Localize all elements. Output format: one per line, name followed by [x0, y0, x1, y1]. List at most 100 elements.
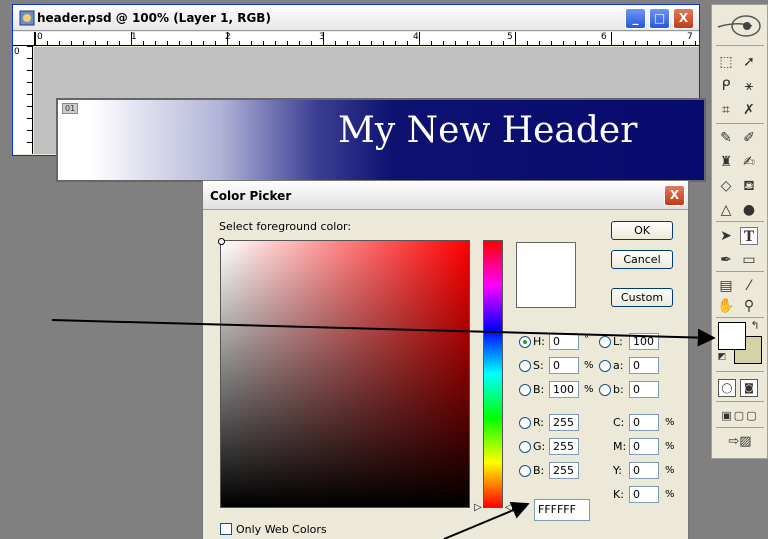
screen-mode-icon[interactable]: ▣▢▢ [716, 407, 764, 425]
ok-button[interactable]: OK [611, 221, 673, 240]
path-select-icon[interactable]: ➤ [717, 227, 735, 245]
standard-mode-icon[interactable]: ◯ [718, 379, 736, 397]
ruler-corner[interactable] [13, 32, 35, 46]
yellow-field[interactable]: 0 [629, 462, 659, 479]
ruler-tick [515, 32, 516, 45]
ruler-tick [179, 41, 180, 45]
cyan-field[interactable]: 0 [629, 414, 659, 431]
ruler-tick [539, 41, 540, 45]
hex-field[interactable]: FFFFFF [534, 499, 590, 521]
ruler-tick [443, 41, 444, 45]
b-lab-field[interactable]: 0 [629, 381, 659, 398]
hex-label: # [519, 502, 528, 513]
ruler-number: 0 [37, 32, 43, 42]
radio-green[interactable] [519, 441, 531, 453]
document-title-bar[interactable]: header.psd @ 100% (Layer 1, RGB) _ □ X [13, 5, 699, 31]
brightness-field[interactable]: 100 [549, 381, 579, 398]
type-icon[interactable]: T [740, 227, 758, 245]
ruler-tick [503, 41, 504, 45]
minimize-button[interactable]: _ [625, 8, 646, 29]
healing-brush-icon[interactable]: ✎ [717, 129, 735, 147]
ruler-tick [611, 32, 612, 45]
black-unit: % [665, 489, 675, 500]
shape-icon[interactable]: ▭ [740, 251, 758, 269]
zoom-icon[interactable]: ⚲ [740, 297, 758, 315]
ruler-tick [107, 41, 108, 45]
swap-colors-icon[interactable]: ↰ [748, 319, 762, 333]
color-field-marker[interactable] [218, 238, 225, 245]
ruler-tick [251, 41, 252, 45]
header-image[interactable]: 01 My New Header [56, 98, 706, 182]
ruler-tick [635, 41, 636, 45]
color-field[interactable] [220, 240, 470, 508]
dodge-icon[interactable]: ● [740, 201, 758, 219]
radio-b-lab[interactable] [599, 384, 611, 396]
radio-blue[interactable] [519, 465, 531, 477]
ruler-tick [383, 41, 384, 45]
black-field[interactable]: 0 [629, 486, 659, 503]
crop-icon[interactable]: ⌗ [717, 101, 735, 119]
radio-saturation[interactable] [519, 360, 531, 372]
jump-to-imageready-icon[interactable]: ⇨▨ [720, 433, 760, 451]
custom-button[interactable]: Custom [611, 288, 673, 307]
magic-wand-icon[interactable]: ⚹ [740, 77, 758, 95]
cancel-button[interactable]: Cancel [611, 250, 673, 269]
photoshop-feather-icon[interactable] [716, 13, 764, 39]
radio-hue[interactable] [519, 336, 531, 348]
hue-slider-right-arrow[interactable]: ◁ [505, 503, 513, 513]
slice-icon[interactable]: ✗ [740, 101, 758, 119]
default-colors-icon[interactable]: ◩ [716, 351, 728, 363]
quick-mask-icon[interactable]: ◙ [740, 379, 758, 397]
hue-slider-left-arrow[interactable]: ▷ [474, 503, 482, 513]
hue-slider[interactable] [483, 240, 503, 508]
ruler-number: 6 [601, 32, 607, 42]
close-button[interactable]: X [673, 8, 694, 29]
radio-a[interactable] [599, 360, 611, 372]
ruler-tick [27, 106, 32, 107]
ruler-tick [563, 41, 564, 45]
move-icon[interactable]: ➚ [740, 53, 758, 71]
document-window: header.psd @ 100% (Layer 1, RGB) _ □ X 0… [12, 4, 706, 182]
blur-icon[interactable]: △ [717, 201, 735, 219]
only-web-colors-checkbox[interactable] [220, 523, 232, 535]
color-picker-title-bar[interactable]: Color Picker X [203, 181, 688, 210]
lasso-icon[interactable]: ᑭ [717, 77, 735, 95]
hue-field[interactable]: 0 [549, 333, 579, 350]
foreground-color-swatch[interactable] [718, 322, 746, 350]
toolbox-divider [716, 45, 764, 46]
ruler-tick [647, 41, 648, 45]
hand-icon[interactable]: ✋ [717, 297, 735, 315]
brush-icon[interactable]: ✐ [740, 129, 758, 147]
ruler-tick [671, 41, 672, 45]
eyedropper-icon[interactable]: ⁄ [740, 277, 758, 295]
maximize-button[interactable]: □ [649, 8, 670, 29]
eraser-icon[interactable]: ◇ [717, 177, 735, 195]
canvas-area[interactable]: 01 My New Header [34, 47, 706, 182]
radio-red[interactable] [519, 417, 531, 429]
paint-bucket-icon[interactable]: ⛾ [740, 177, 758, 195]
saturation-field[interactable]: 0 [549, 357, 579, 374]
stamp-icon[interactable]: ♜ [717, 153, 735, 171]
document-title: header.psd @ 100% (Layer 1, RGB) [37, 11, 271, 25]
a-field[interactable]: 0 [629, 357, 659, 374]
notes-icon[interactable]: ▤ [717, 277, 735, 295]
marquee-icon[interactable]: ⬚ [717, 53, 735, 71]
ruler-tick [419, 32, 420, 45]
ruler-tick [323, 32, 324, 45]
new-color-preview [516, 242, 576, 308]
ruler-tick [287, 41, 288, 45]
radio-brightness[interactable] [519, 384, 531, 396]
magenta-field[interactable]: 0 [629, 438, 659, 455]
red-field[interactable]: 255 [549, 414, 579, 431]
green-field[interactable]: 255 [549, 438, 579, 455]
only-web-colors-label: Only Web Colors [236, 523, 327, 536]
blue-field[interactable]: 255 [549, 462, 579, 479]
radio-lightness[interactable] [599, 336, 611, 348]
ruler-tick [599, 41, 600, 45]
ruler-tick [455, 41, 456, 45]
ruler-tick [659, 41, 660, 45]
color-picker-close-button[interactable]: X [664, 185, 685, 206]
pen-icon[interactable]: ✒ [717, 251, 735, 269]
history-brush-icon[interactable]: ✍ [740, 153, 758, 171]
lightness-field[interactable]: 100 [629, 333, 659, 350]
